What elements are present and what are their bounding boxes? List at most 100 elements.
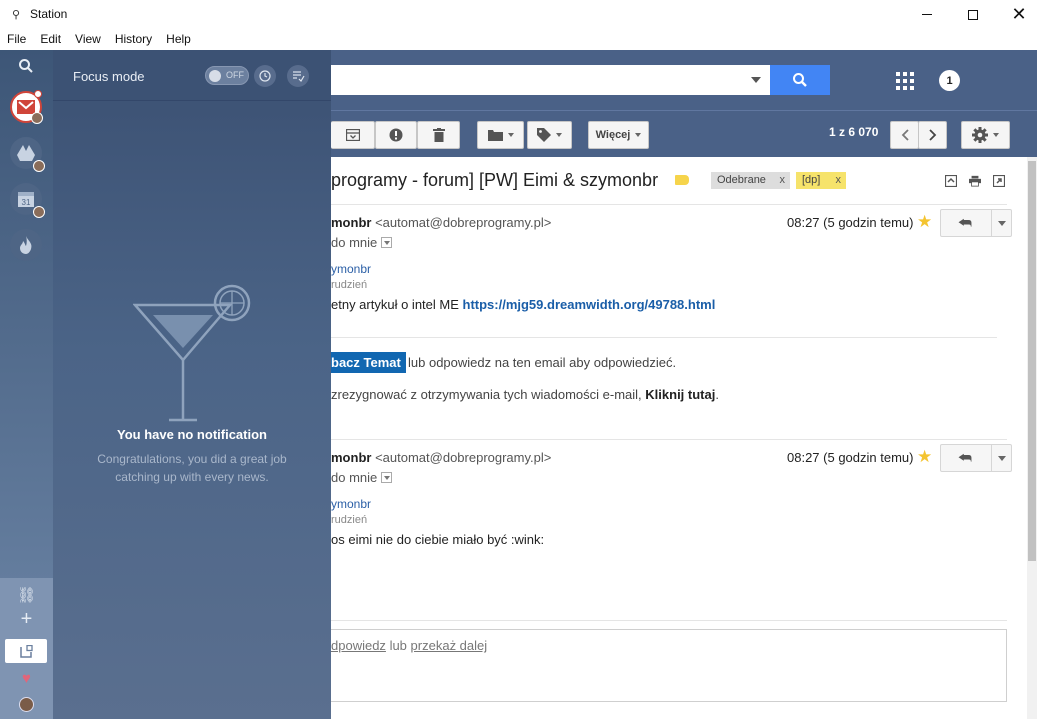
- notification-count-badge[interactable]: 1: [939, 70, 960, 91]
- minimize-button[interactable]: [904, 0, 950, 29]
- apps-grid-icon[interactable]: [896, 72, 914, 90]
- sender-name: monbr: [331, 215, 372, 230]
- newer-button[interactable]: [890, 121, 919, 149]
- reply-link[interactable]: dpowiedz: [331, 638, 386, 653]
- menu-help[interactable]: Help: [159, 29, 198, 50]
- forum-user-name[interactable]: ymonbr: [331, 497, 371, 511]
- dock-app-gmail[interactable]: [10, 90, 43, 124]
- forward-link[interactable]: przekaż dalej: [411, 638, 488, 653]
- chevron-down-icon: [507, 133, 514, 137]
- label-chip-text: [dp]: [802, 174, 821, 186]
- remove-label-button[interactable]: x: [836, 174, 842, 186]
- report-spam-button[interactable]: [375, 121, 417, 149]
- location-pin-icon: ⚲: [12, 9, 21, 21]
- user-avatar[interactable]: [19, 697, 34, 712]
- snooze-button[interactable]: [254, 65, 276, 87]
- notifications-button[interactable]: [5, 639, 47, 663]
- focus-mode-label: Focus mode: [73, 69, 145, 84]
- message-scrollbar[interactable]: [1027, 157, 1037, 719]
- unsubscribe-suffix: .: [715, 387, 719, 402]
- labels-button[interactable]: [527, 121, 572, 149]
- divider: [331, 620, 1007, 621]
- show-details-icon[interactable]: [381, 472, 393, 483]
- message-time: 08:27 (5 godzin temu): [787, 450, 914, 465]
- settings-button[interactable]: [961, 121, 1010, 149]
- mail-search-input[interactable]: [331, 65, 771, 95]
- search-icon[interactable]: [18, 58, 34, 74]
- article-link[interactable]: https://mjg59.dreamwidth.org/49788.html: [463, 297, 716, 312]
- reply-prompt: dpowiedz lub przekaż dalej: [331, 638, 487, 653]
- archive-icon: [345, 129, 360, 141]
- account-avatar-badge: [33, 206, 45, 218]
- older-button[interactable]: [918, 121, 947, 149]
- link-icon[interactable]: ⛓: [17, 586, 36, 605]
- remove-label-button[interactable]: x: [780, 174, 786, 186]
- forum-user-name[interactable]: ymonbr: [331, 262, 371, 276]
- menu-file[interactable]: File: [0, 29, 33, 50]
- more-label: Więcej: [595, 129, 631, 141]
- mark-all-read-button[interactable]: [287, 65, 309, 87]
- more-actions-dropdown[interactable]: [998, 221, 1006, 226]
- important-label-icon[interactable]: [675, 175, 689, 185]
- label-chip-dp[interactable]: [dp] x: [796, 172, 846, 189]
- star-icon[interactable]: ★: [917, 447, 932, 467]
- reply-button[interactable]: ⮪: [940, 444, 1012, 472]
- move-to-button[interactable]: [477, 121, 524, 149]
- cocktail-glass-icon: [133, 284, 251, 422]
- menu-edit[interactable]: Edit: [33, 29, 68, 50]
- focus-mode-toggle[interactable]: OFF: [205, 66, 249, 85]
- search-button[interactable]: [770, 65, 830, 95]
- scrollbar-thumb[interactable]: [1028, 161, 1036, 561]
- add-app-icon[interactable]: +: [17, 609, 36, 630]
- notification-center-icon: [19, 644, 33, 658]
- flame-icon: [20, 236, 32, 254]
- panel-header: Focus mode OFF: [53, 50, 331, 101]
- chevron-left-icon: [901, 129, 909, 141]
- unread-dot: [34, 90, 42, 98]
- recipient-details[interactable]: do mnie: [331, 235, 393, 250]
- more-button[interactable]: Więcej: [588, 121, 649, 149]
- pagination-count: 1 z 6 070: [829, 125, 879, 139]
- reply-button[interactable]: ⮪: [940, 209, 1012, 237]
- view-topic-button[interactable]: bacz Temat: [331, 352, 406, 373]
- chevron-down-icon: [556, 133, 562, 137]
- close-button[interactable]: ✕: [996, 0, 1037, 29]
- body-text: etny artykuł o intel ME: [331, 297, 463, 312]
- new-window-icon[interactable]: [993, 175, 1005, 187]
- post-date: rudzień: [331, 279, 368, 291]
- sender-address: <automat@dobreprogramy.pl>: [375, 215, 552, 230]
- message-sender[interactable]: monbr <automat@dobreprogramy.pl>: [331, 215, 551, 230]
- gear-icon: [972, 127, 988, 143]
- search-options-dropdown[interactable]: [751, 77, 761, 83]
- divider: [991, 445, 992, 471]
- archive-button[interactable]: [331, 121, 375, 149]
- recipient-label: do mnie: [331, 235, 378, 250]
- dock-app-drive[interactable]: [10, 137, 45, 172]
- unsubscribe-prefix: zrezygnować z otrzymywania tych wiadomoś…: [331, 387, 646, 402]
- collapse-all-icon[interactable]: [945, 175, 957, 187]
- recipient-label: do mnie: [331, 470, 378, 485]
- unsubscribe-link[interactable]: Kliknij tutaj: [645, 387, 715, 402]
- sender-address: <automat@dobreprogramy.pl>: [375, 450, 552, 465]
- menu-view[interactable]: View: [68, 29, 108, 50]
- menu-history[interactable]: History: [108, 29, 159, 50]
- chevron-down-icon: [635, 133, 642, 137]
- heart-icon[interactable]: ♥: [17, 670, 36, 689]
- maximize-button[interactable]: [950, 0, 996, 29]
- account-avatar-badge: [33, 160, 45, 172]
- reply-or: lub: [389, 638, 407, 653]
- message-body: os eimi nie do ciebie miało być :wink:: [331, 532, 545, 547]
- print-icon[interactable]: [969, 175, 981, 187]
- show-details-icon[interactable]: [381, 237, 393, 248]
- menu-bar: File Edit View History Help: [0, 29, 1037, 50]
- star-icon[interactable]: ★: [917, 212, 932, 232]
- recipient-details[interactable]: do mnie: [331, 470, 393, 485]
- label-chip-inbox[interactable]: Odebrane x: [711, 172, 790, 189]
- message-body: etny artykuł o intel ME https://mjg59.dr…: [331, 297, 715, 312]
- delete-button[interactable]: [417, 121, 460, 149]
- message-sender[interactable]: monbr <automat@dobreprogramy.pl>: [331, 450, 551, 465]
- reply-box[interactable]: dpowiedz lub przekaż dalej: [331, 629, 1007, 702]
- dock-app-calendar[interactable]: 31: [10, 183, 45, 218]
- dock-app-hot[interactable]: [10, 229, 42, 261]
- more-actions-dropdown[interactable]: [998, 456, 1006, 461]
